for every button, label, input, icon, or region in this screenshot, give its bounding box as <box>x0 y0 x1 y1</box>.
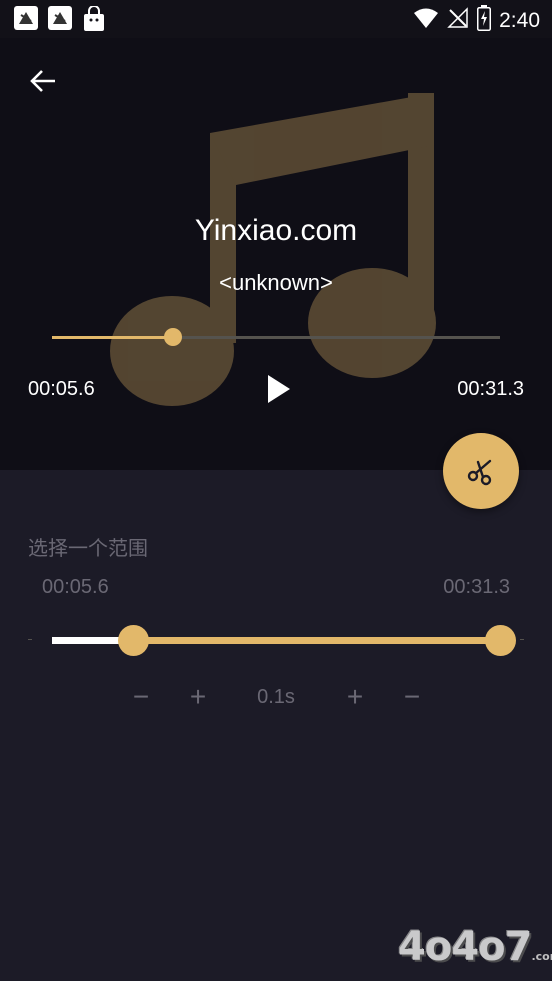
seek-progress <box>52 336 173 339</box>
song-title: Yinxiao.com <box>194 214 358 247</box>
end-decrease-button[interactable]: − <box>397 682 427 712</box>
step-value: 0.1s <box>257 686 295 708</box>
range-selected-segment <box>132 637 500 644</box>
system-indicators: 2:40 <box>413 5 540 36</box>
app-notification-icon <box>14 6 38 30</box>
start-increase-button[interactable]: + <box>183 682 213 712</box>
range-section-label: 选择一个范围 <box>28 538 148 560</box>
notification-icons <box>14 5 106 37</box>
status-bar: 2:40 <box>0 0 552 38</box>
watermark-suffix: .com <box>531 950 552 963</box>
music-note-icon <box>110 93 436 406</box>
shopping-bag-icon <box>82 5 106 37</box>
cut-button[interactable] <box>443 433 519 509</box>
no-signal-icon <box>447 7 469 34</box>
seek-thumb[interactable] <box>163 328 182 346</box>
wifi-icon <box>413 7 439 34</box>
range-start-time: 00:05.6 <box>42 576 109 598</box>
start-decrease-button[interactable]: − <box>126 682 156 712</box>
arrow-left-icon <box>30 70 55 92</box>
range-edge-tick <box>520 639 524 640</box>
scissors-icon <box>467 459 492 486</box>
battery-charging-icon <box>477 5 492 36</box>
back-button[interactable] <box>28 66 58 96</box>
play-icon <box>268 375 290 403</box>
end-increase-button[interactable]: + <box>340 682 370 712</box>
clock: 2:40 <box>499 8 540 32</box>
player-panel: Yinxiao.com <unknown> 00:05.6 00:31.3 <box>0 38 552 470</box>
range-slider[interactable] <box>52 625 516 656</box>
watermark-logo: 4o4o7.com <box>398 924 552 970</box>
seek-bar[interactable] <box>52 328 500 346</box>
app-notification-icon <box>48 6 72 30</box>
range-edge-tick <box>28 639 32 640</box>
range-start-thumb[interactable] <box>117 625 149 656</box>
total-time: 00:31.3 <box>457 378 524 400</box>
range-end-time: 00:31.3 <box>443 576 510 598</box>
current-time: 00:05.6 <box>28 378 95 400</box>
play-button[interactable] <box>264 373 294 405</box>
song-artist: <unknown> <box>219 270 333 295</box>
watermark-text: 4o4o7 <box>398 924 532 970</box>
range-end-thumb[interactable] <box>485 625 516 656</box>
